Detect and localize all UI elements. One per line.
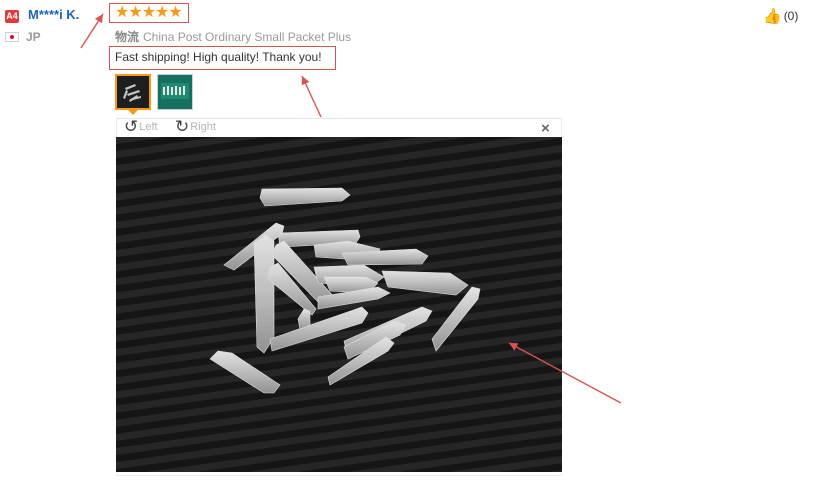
annotation-arrow-rating xyxy=(80,13,104,49)
annotation-arrow-feedback xyxy=(301,75,322,118)
feedback-text: Fast shipping! High quality! Thank you! xyxy=(115,50,322,64)
rotate-left-button[interactable]: ↺ Left xyxy=(124,117,158,136)
shipping-method: China Post Ordinary Small Packet Plus xyxy=(143,30,352,44)
reviewer-name[interactable]: M****i K. xyxy=(28,7,79,22)
logistics-label: 物流 xyxy=(115,30,140,44)
helpful-button[interactable]: 👍 (0) xyxy=(763,7,798,25)
selected-thumbnail-caret-icon xyxy=(128,110,138,115)
photo-viewer-bottom-border xyxy=(116,472,562,476)
enlarged-review-photo xyxy=(116,137,562,472)
rotate-right-label: Right xyxy=(190,121,216,133)
close-viewer-button[interactable]: × xyxy=(541,120,550,137)
crystal-points-photo xyxy=(116,137,562,472)
crystal-thumbnail-image xyxy=(117,76,149,108)
rotate-right-button[interactable]: ↻ Right xyxy=(175,117,216,136)
star-rating: ★★★★★ xyxy=(115,4,183,21)
review-photo-thumbnail-1[interactable] xyxy=(115,74,151,110)
reviewer-country: JP xyxy=(26,30,41,44)
rotate-left-label: Left xyxy=(139,121,158,133)
thumbs-up-icon: 👍 xyxy=(763,8,782,25)
rotate-left-icon: ↺ xyxy=(124,117,139,136)
shipping-info: 物流 China Post Ordinary Small Packet Plus xyxy=(115,28,351,45)
package-thumbnail-image xyxy=(158,75,192,109)
helpful-count: (0) xyxy=(783,9,799,23)
rotate-right-icon: ↻ xyxy=(175,117,190,136)
japan-flag-icon xyxy=(5,32,19,42)
level-badge: A4 xyxy=(5,10,19,23)
review-photo-thumbnail-2[interactable] xyxy=(157,74,193,110)
